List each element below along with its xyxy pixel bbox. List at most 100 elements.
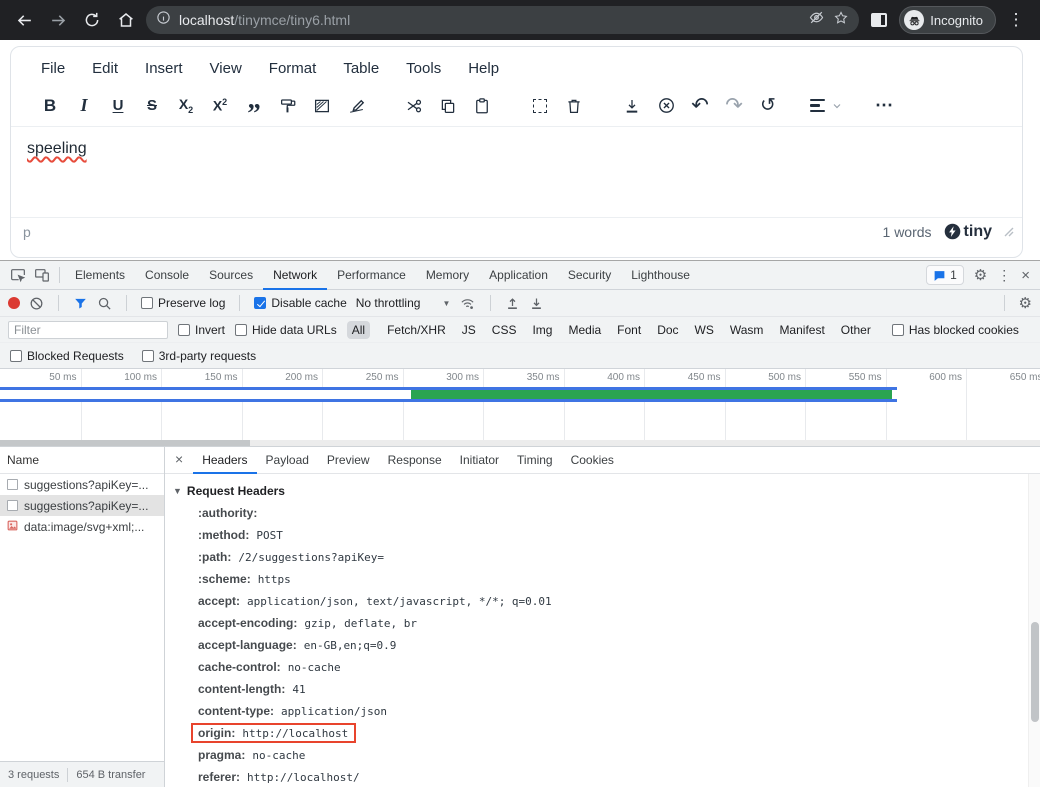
filter-icon[interactable] <box>73 296 88 311</box>
details-tab-preview[interactable]: Preview <box>318 447 379 474</box>
network-overview-timeline[interactable]: 50 ms100 ms150 ms200 ms250 ms300 ms350 m… <box>0 369 1040 447</box>
clear-network-log-icon[interactable] <box>29 296 44 311</box>
details-scrollbar-thumb[interactable] <box>1031 622 1039 722</box>
forward-button[interactable] <box>44 6 72 34</box>
menu-tools[interactable]: Tools <box>406 60 441 77</box>
details-tab-timing[interactable]: Timing <box>508 447 562 474</box>
blockquote-icon[interactable]: ” <box>237 91 271 121</box>
cookies-blocked-icon[interactable] <box>808 9 825 31</box>
menu-edit[interactable]: Edit <box>92 60 118 77</box>
filter-chip-media[interactable]: Media <box>563 321 606 339</box>
request-headers-section[interactable]: ▼ Request Headers <box>173 480 1040 502</box>
subscript-icon[interactable]: X2 <box>169 91 203 121</box>
tab-lighthouse[interactable]: Lighthouse <box>621 261 700 290</box>
menu-file[interactable]: File <box>41 60 65 77</box>
filter-chip-manifest[interactable]: Manifest <box>774 321 829 339</box>
element-path[interactable]: p <box>23 224 31 240</box>
request-row[interactable]: suggestions?apiKey=... <box>0 495 164 516</box>
disable-cache-checkbox[interactable]: Disable cache <box>254 296 346 310</box>
tab-console[interactable]: Console <box>135 261 199 290</box>
browser-menu-icon[interactable]: ⋮ <box>1002 6 1030 34</box>
tab-application[interactable]: Application <box>479 261 558 290</box>
close-details-icon[interactable]: × <box>171 451 191 469</box>
filter-chip-js[interactable]: JS <box>457 321 481 339</box>
tab-sources[interactable]: Sources <box>199 261 263 290</box>
permanent-pen-icon[interactable] <box>339 91 373 121</box>
select-all-icon[interactable] <box>523 91 557 121</box>
export-har-icon[interactable] <box>529 296 544 311</box>
menu-view[interactable]: View <box>210 60 242 77</box>
name-column-header[interactable]: Name <box>0 447 164 474</box>
menu-format[interactable]: Format <box>269 60 317 77</box>
bookmark-star-icon[interactable] <box>833 10 849 31</box>
filter-chip-img[interactable]: Img <box>527 321 557 339</box>
tab-memory[interactable]: Memory <box>416 261 479 290</box>
details-tab-headers[interactable]: Headers <box>193 447 256 474</box>
cut-icon[interactable] <box>397 91 431 121</box>
copy-icon[interactable] <box>431 91 465 121</box>
restore-draft-icon[interactable]: ↺ <box>751 91 785 121</box>
paste-icon[interactable] <box>465 91 499 121</box>
underline-icon[interactable]: U <box>101 91 135 121</box>
search-icon[interactable] <box>97 296 112 311</box>
hide-data-urls-checkbox[interactable]: Hide data URLs <box>235 323 337 337</box>
tiny-logo[interactable]: tiny <box>944 223 992 241</box>
filter-chip-ws[interactable]: WS <box>690 321 719 339</box>
home-button[interactable] <box>112 6 140 34</box>
blocked-requests-checkbox[interactable]: Blocked Requests <box>10 349 124 363</box>
filter-chip-css[interactable]: CSS <box>487 321 522 339</box>
redo-icon[interactable]: ↷ <box>717 91 751 121</box>
devtools-settings-icon[interactable]: ⚙ <box>974 266 987 284</box>
bold-icon[interactable]: B <box>33 91 67 121</box>
devtools-close-icon[interactable]: × <box>1021 267 1030 284</box>
network-conditions-icon[interactable] <box>459 296 476 311</box>
throttling-select[interactable]: No throttling ▼ <box>356 296 451 310</box>
italic-icon[interactable]: I <box>67 91 101 121</box>
reload-button[interactable] <box>78 6 106 34</box>
filter-chip-font[interactable]: Font <box>612 321 646 339</box>
-rd-party-requests-checkbox[interactable]: 3rd-party requests <box>142 349 256 363</box>
network-settings-icon[interactable]: ⚙ <box>1019 294 1032 312</box>
tab-performance[interactable]: Performance <box>327 261 416 290</box>
menu-table[interactable]: Table <box>343 60 379 77</box>
address-bar[interactable]: localhost/tinymce/tiny6.html <box>146 6 859 34</box>
cancel-icon[interactable] <box>649 91 683 121</box>
format-painter-icon[interactable] <box>271 91 305 121</box>
superscript-icon[interactable]: X2 <box>203 91 237 121</box>
issues-badge[interactable]: 1 <box>926 265 964 285</box>
preserve-log-checkbox[interactable]: Preserve log <box>141 296 225 310</box>
filter-chip-fetchxhr[interactable]: Fetch/XHR <box>382 321 451 339</box>
filter-input[interactable] <box>8 321 168 339</box>
invert-checkbox[interactable]: Invert <box>178 323 225 337</box>
devtools-menu-icon[interactable]: ⋮ <box>997 267 1011 284</box>
details-tab-payload[interactable]: Payload <box>257 447 318 474</box>
overview-request-bar[interactable] <box>0 387 897 402</box>
resize-handle[interactable] <box>1004 224 1014 240</box>
editor-content-area[interactable]: speeling <box>11 127 1022 217</box>
filter-chip-other[interactable]: Other <box>836 321 876 339</box>
details-scrollbar[interactable] <box>1028 474 1040 787</box>
undo-icon[interactable]: ↶ <box>683 91 717 121</box>
filter-chip-doc[interactable]: Doc <box>652 321 683 339</box>
details-tab-response[interactable]: Response <box>379 447 451 474</box>
word-count[interactable]: 1 words <box>883 224 932 240</box>
back-button[interactable] <box>10 6 38 34</box>
export-icon[interactable] <box>615 91 649 121</box>
misspelled-word[interactable]: speeling <box>27 140 87 157</box>
timeline-scrollbar-thumb[interactable] <box>0 440 250 446</box>
record-network-log-icon[interactable] <box>8 297 20 309</box>
filter-chip-all[interactable]: All <box>347 321 370 339</box>
filter-chip-wasm[interactable]: Wasm <box>725 321 769 339</box>
import-har-icon[interactable] <box>505 296 520 311</box>
request-row[interactable]: data:image/svg+xml;... <box>0 516 164 537</box>
timeline-scrollbar[interactable] <box>0 440 1040 446</box>
device-toolbar-icon[interactable] <box>30 261 54 289</box>
more-options-icon[interactable]: ⋯ <box>867 91 901 121</box>
strikethrough-icon[interactable]: S <box>135 91 169 121</box>
has-blocked-cookies-checkbox[interactable]: Has blocked cookies <box>892 323 1019 337</box>
tab-security[interactable]: Security <box>558 261 621 290</box>
page-embed-icon[interactable] <box>305 91 339 121</box>
inspect-element-icon[interactable] <box>6 261 30 289</box>
side-panel-icon[interactable] <box>865 6 893 34</box>
details-tab-cookies[interactable]: Cookies <box>562 447 623 474</box>
